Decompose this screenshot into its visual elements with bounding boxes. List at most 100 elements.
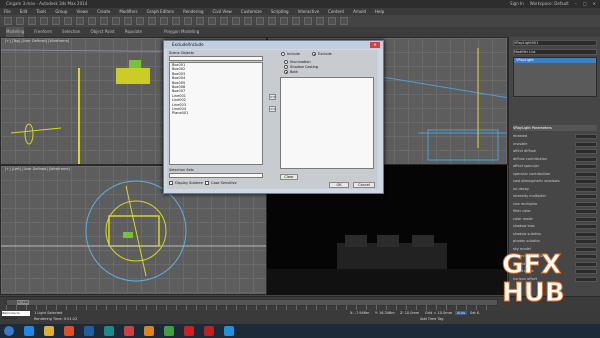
param-value-field[interactable] (575, 246, 597, 252)
menu-item-tools[interactable]: Tools (36, 8, 46, 15)
stack-item-vraylight[interactable]: VRayLight (514, 58, 596, 63)
param-value-field[interactable] (575, 179, 597, 184)
mirror-icon[interactable] (244, 17, 252, 25)
reference-coord-icon[interactable] (160, 17, 168, 25)
angle-snap-icon[interactable] (196, 17, 204, 25)
param-value-field[interactable] (575, 216, 597, 222)
close-icon[interactable]: ✕ (593, 0, 596, 8)
move-right-button[interactable]: >> (269, 94, 276, 100)
material-editor-icon[interactable] (304, 17, 312, 25)
param-value-field[interactable] (575, 224, 597, 229)
scale-icon[interactable] (148, 17, 156, 25)
chrome-icon[interactable] (164, 326, 174, 336)
photoshop-icon[interactable] (84, 326, 94, 336)
selection-filter-icon[interactable] (64, 17, 72, 25)
skype-icon[interactable] (224, 326, 234, 336)
dialog-close-icon[interactable]: ✕ (370, 42, 380, 48)
menu-item-edit[interactable]: Edit (20, 8, 28, 15)
excluded-objects-list[interactable] (280, 77, 374, 169)
param-value-field[interactable] (575, 269, 597, 274)
move-left-button[interactable]: << (269, 106, 276, 112)
ribbon-tab-freeform[interactable]: Freeform (34, 27, 52, 37)
ribbon-tab-modeling[interactable]: Modeling (6, 27, 25, 37)
clear-button[interactable]: Clear (280, 174, 298, 180)
opera-icon[interactable] (204, 326, 214, 336)
menu-item-rendering[interactable]: Rendering (183, 8, 203, 15)
menu-item-graph-editors[interactable]: Graph Editors (147, 8, 174, 15)
case-sensitive-checkbox[interactable] (205, 181, 209, 185)
selection-sets-dropdown[interactable] (169, 173, 263, 178)
unlink-icon[interactable] (40, 17, 48, 25)
menu-item-arnold[interactable]: Arnold (353, 8, 366, 15)
vray-icon[interactable] (124, 326, 134, 336)
cancel-button[interactable]: Cancel (353, 182, 375, 188)
scene-objects-search[interactable] (169, 56, 263, 61)
coord-z[interactable]: Z: 10.0mm (400, 311, 419, 315)
scene-object-item[interactable]: Plane001 (170, 111, 262, 115)
rendered-frame-icon[interactable] (328, 17, 336, 25)
menu-item-content[interactable]: Content (328, 8, 344, 15)
illustrator-icon[interactable] (144, 326, 154, 336)
display-subtree-checkbox[interactable] (169, 181, 173, 185)
param-value-field[interactable] (575, 164, 597, 169)
param-value-field[interactable] (575, 171, 597, 177)
set-key-button[interactable]: Set K. (470, 311, 480, 315)
undo-icon[interactable] (4, 17, 12, 25)
menu-item-customize[interactable]: Customize (241, 8, 262, 15)
explorer-icon[interactable] (44, 326, 54, 336)
menu-item-interactive[interactable]: Interactive (298, 8, 320, 15)
param-value-field[interactable] (575, 186, 597, 192)
param-value-field[interactable] (575, 254, 597, 259)
auto-key-button[interactable]: Auto (455, 311, 468, 315)
minimize-icon[interactable]: – (575, 0, 577, 8)
rotate-icon[interactable] (136, 17, 144, 25)
curve-editor-icon[interactable] (280, 17, 288, 25)
spinner-snap-icon[interactable] (220, 17, 228, 25)
schematic-icon[interactable] (292, 17, 300, 25)
exclude-radio[interactable] (312, 52, 316, 56)
menu-item-modifiers[interactable]: Modifiers (119, 8, 137, 15)
menu-item-file[interactable]: File (4, 8, 11, 15)
dialog-title-bar[interactable]: Exclude/Include ✕ (164, 41, 383, 49)
ie-icon[interactable] (24, 326, 34, 336)
param-value-field[interactable] (575, 209, 597, 214)
menu-item-scripting[interactable]: Scripting (271, 8, 289, 15)
param-value-field[interactable] (575, 261, 597, 267)
snap-icon[interactable] (184, 17, 192, 25)
rollout-header[interactable]: VRayLight Parameters (513, 125, 597, 131)
param-value-field[interactable] (575, 149, 597, 154)
layer-icon[interactable] (268, 17, 276, 25)
ribbon-tab-populate[interactable]: Populate (125, 27, 142, 37)
ribbon-tab-selection[interactable]: Selection (62, 27, 80, 37)
param-value-field[interactable] (575, 194, 597, 199)
menu-item-group[interactable]: Group (55, 8, 67, 15)
window-crossing-icon[interactable] (112, 17, 120, 25)
redo-icon[interactable] (16, 17, 24, 25)
modifier-list-dropdown[interactable]: Modifier List (513, 49, 597, 55)
scene-objects-list[interactable]: Box001 Box002 Box003 Box004 Box005 Box006 Box0… (169, 62, 263, 165)
param-value-field[interactable] (575, 141, 597, 147)
shadow-casting-radio[interactable] (284, 65, 288, 69)
maxscript-listener[interactable]: Welcome to MAXScript (2, 311, 30, 320)
both-radio[interactable] (284, 70, 288, 74)
3dsmax-icon[interactable] (104, 326, 114, 336)
link-icon[interactable] (28, 17, 36, 25)
menu-item-create[interactable]: Create (97, 8, 110, 15)
bind-space-warp-icon[interactable] (52, 17, 60, 25)
rect-selection-icon[interactable] (100, 17, 108, 25)
param-value-field[interactable] (575, 231, 597, 237)
ribbon-tab-object-paint[interactable]: Object Paint (90, 27, 114, 37)
add-time-tag[interactable]: Add Time Tag (420, 317, 444, 321)
media-icon[interactable] (64, 326, 74, 336)
align-icon[interactable] (256, 17, 264, 25)
menu-item-views[interactable]: Views (77, 8, 89, 15)
include-radio[interactable] (281, 52, 285, 56)
menu-item-civil-view[interactable]: Civil View (213, 8, 232, 15)
illumination-radio[interactable] (284, 60, 288, 64)
named-sets-icon[interactable] (232, 17, 240, 25)
workspace-select[interactable]: Workspace: Default (530, 0, 569, 8)
yandex-icon[interactable] (184, 326, 194, 336)
pivot-icon[interactable] (172, 17, 180, 25)
param-value-field[interactable] (575, 134, 597, 139)
param-value-field[interactable] (575, 276, 597, 282)
